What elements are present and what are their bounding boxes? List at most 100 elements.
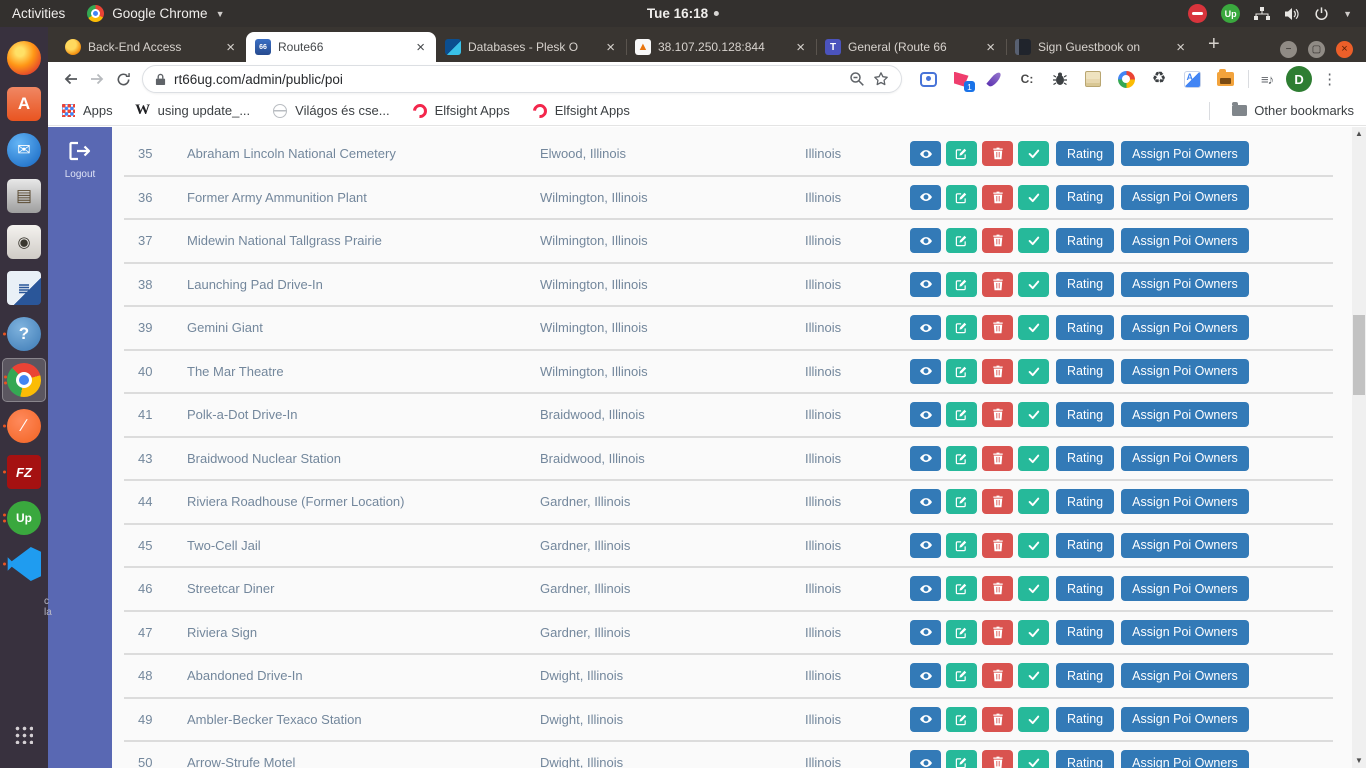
- rating-button[interactable]: Rating: [1056, 707, 1114, 732]
- assign-poi-owners-button[interactable]: Assign Poi Owners: [1121, 533, 1249, 558]
- browser-tab[interactable]: TGeneral (Route 66×: [816, 32, 1006, 62]
- approve-button[interactable]: [1018, 228, 1049, 253]
- approve-button[interactable]: [1018, 446, 1049, 471]
- tab-close-button[interactable]: ×: [604, 39, 617, 56]
- dock-item-upwork[interactable]: Up: [2, 496, 46, 540]
- view-button[interactable]: [910, 707, 941, 732]
- edit-button[interactable]: [946, 402, 977, 427]
- assign-poi-owners-button[interactable]: Assign Poi Owners: [1121, 185, 1249, 210]
- power-icon[interactable]: [1314, 6, 1329, 21]
- logout-label[interactable]: Logout: [65, 169, 96, 180]
- tab-close-button[interactable]: ×: [414, 39, 427, 56]
- network-icon[interactable]: [1254, 7, 1270, 21]
- close-button[interactable]: ×: [1336, 41, 1353, 58]
- delete-button[interactable]: [982, 272, 1013, 297]
- assign-poi-owners-button[interactable]: Assign Poi Owners: [1121, 489, 1249, 514]
- upwork-tray-icon[interactable]: Up: [1221, 4, 1240, 23]
- back-button[interactable]: [58, 70, 84, 88]
- notes-extension-icon[interactable]: [1083, 69, 1103, 89]
- volume-icon[interactable]: [1284, 7, 1300, 21]
- edit-button[interactable]: [946, 489, 977, 514]
- assign-poi-owners-button[interactable]: Assign Poi Owners: [1121, 707, 1249, 732]
- address-bar[interactable]: rt66ug.com/admin/public/poi: [142, 65, 902, 93]
- delete-button[interactable]: [982, 228, 1013, 253]
- rating-button[interactable]: Rating: [1056, 315, 1114, 340]
- profile-avatar[interactable]: D: [1286, 66, 1312, 92]
- delete-button[interactable]: [982, 663, 1013, 688]
- browser-tab[interactable]: Databases - Plesk O×: [436, 32, 626, 62]
- activities-button[interactable]: Activities: [12, 6, 65, 21]
- browser-menu-icon[interactable]: ⋮: [1322, 70, 1337, 88]
- session-folder-extension-icon[interactable]: [1215, 69, 1235, 89]
- delete-button[interactable]: [982, 446, 1013, 471]
- tab-close-button[interactable]: ×: [224, 39, 237, 56]
- approve-button[interactable]: [1018, 620, 1049, 645]
- rating-button[interactable]: Rating: [1056, 402, 1114, 427]
- view-button[interactable]: [910, 576, 941, 601]
- browser-tab[interactable]: Back-End Access×: [56, 32, 246, 62]
- palette-extension-icon[interactable]: [1116, 69, 1136, 89]
- bookmark-item[interactable]: Világos és cse...: [272, 103, 389, 119]
- dock-item-file-roller[interactable]: ▤: [2, 174, 46, 218]
- tab-close-button[interactable]: ×: [984, 39, 997, 56]
- approve-button[interactable]: [1018, 663, 1049, 688]
- page-scrollbar[interactable]: ▲ ▼: [1352, 127, 1366, 768]
- view-button[interactable]: [910, 185, 941, 210]
- approve-button[interactable]: [1018, 185, 1049, 210]
- logout-icon[interactable]: [68, 140, 92, 162]
- delete-button[interactable]: [982, 359, 1013, 384]
- approve-button[interactable]: [1018, 533, 1049, 558]
- assign-poi-owners-button[interactable]: Assign Poi Owners: [1121, 446, 1249, 471]
- rating-button[interactable]: Rating: [1056, 228, 1114, 253]
- rating-button[interactable]: Rating: [1056, 272, 1114, 297]
- assign-poi-owners-button[interactable]: Assign Poi Owners: [1121, 141, 1249, 166]
- maximize-button[interactable]: ▢: [1308, 41, 1325, 58]
- view-button[interactable]: [910, 446, 941, 471]
- new-tab-button[interactable]: +: [1196, 33, 1232, 62]
- edit-button[interactable]: [946, 750, 977, 768]
- rating-button[interactable]: Rating: [1056, 663, 1114, 688]
- view-button[interactable]: [910, 533, 941, 558]
- bookmark-item[interactable]: Elfsight Apps: [532, 103, 630, 119]
- dock-item-vscode[interactable]: [2, 542, 46, 586]
- dock-item-chrome[interactable]: [2, 358, 46, 402]
- edit-button[interactable]: [946, 228, 977, 253]
- forward-button[interactable]: [84, 70, 110, 88]
- approve-button[interactable]: [1018, 707, 1049, 732]
- bookmark-item[interactable]: Wusing update_...: [135, 103, 251, 119]
- other-bookmarks-button[interactable]: Other bookmarks: [1232, 103, 1354, 118]
- rating-button[interactable]: Rating: [1056, 141, 1114, 166]
- view-button[interactable]: [910, 228, 941, 253]
- delete-button[interactable]: [982, 750, 1013, 768]
- bookmark-item[interactable]: Apps: [60, 103, 113, 119]
- dock-item-filezilla[interactable]: FZ: [2, 450, 46, 494]
- view-button[interactable]: [910, 315, 941, 340]
- do-not-disturb-icon[interactable]: [1188, 4, 1207, 23]
- edit-button[interactable]: [946, 533, 977, 558]
- system-menu-caret-icon[interactable]: ▼: [1343, 9, 1352, 19]
- delete-button[interactable]: [982, 707, 1013, 732]
- delete-button[interactable]: [982, 489, 1013, 514]
- focused-app-menu[interactable]: Google Chrome: [112, 6, 207, 21]
- edit-button[interactable]: [946, 620, 977, 645]
- rating-button[interactable]: Rating: [1056, 750, 1114, 768]
- browser-tab[interactable]: 66Route66×: [246, 32, 436, 62]
- rating-button[interactable]: Rating: [1056, 489, 1114, 514]
- approve-button[interactable]: [1018, 489, 1049, 514]
- rating-button[interactable]: Rating: [1056, 620, 1114, 645]
- dock-item-thunderbird[interactable]: ✉: [2, 128, 46, 172]
- dock-item-writer[interactable]: ≣: [2, 266, 46, 310]
- delete-button[interactable]: [982, 576, 1013, 601]
- edit-button[interactable]: [946, 576, 977, 601]
- edit-button[interactable]: [946, 707, 977, 732]
- view-button[interactable]: [910, 489, 941, 514]
- delete-button[interactable]: [982, 141, 1013, 166]
- minimize-button[interactable]: −: [1280, 41, 1297, 58]
- rating-button[interactable]: Rating: [1056, 576, 1114, 601]
- view-button[interactable]: [910, 141, 941, 166]
- translate-extension-icon[interactable]: A: [1182, 69, 1202, 89]
- delete-button[interactable]: [982, 315, 1013, 340]
- view-button[interactable]: [910, 620, 941, 645]
- rating-button[interactable]: Rating: [1056, 359, 1114, 384]
- assign-poi-owners-button[interactable]: Assign Poi Owners: [1121, 272, 1249, 297]
